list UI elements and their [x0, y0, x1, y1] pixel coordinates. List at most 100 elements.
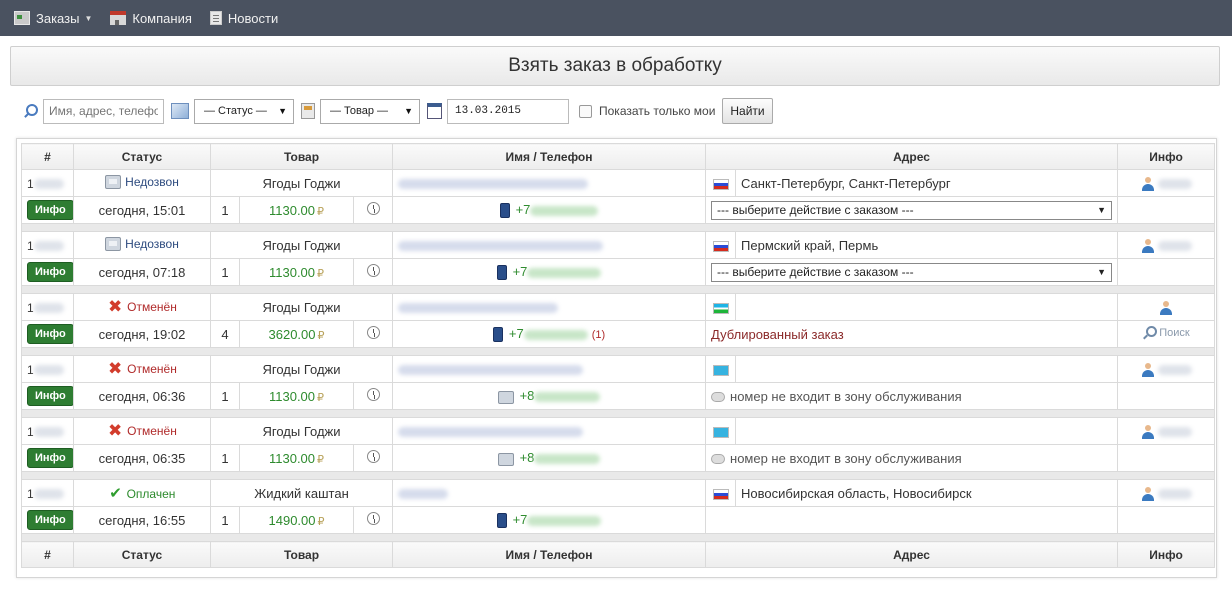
order-customer-name[interactable]: [392, 355, 707, 383]
order-search[interactable]: Поиск: [1117, 320, 1216, 348]
info-button[interactable]: Инфо: [27, 386, 73, 406]
table-row: Инфо сегодня, 06:36 1 1130.00 ₽ +8 номер не вх…: [21, 382, 1216, 410]
order-phone[interactable]: +7: [392, 506, 707, 534]
date-input[interactable]: 13.03.2015: [447, 98, 569, 124]
order-operator[interactable]: [1117, 417, 1216, 445]
find-button[interactable]: Найти: [722, 98, 773, 124]
ruble-icon: ₽: [317, 391, 325, 404]
status-select[interactable]: — Статус — ▼: [194, 98, 294, 124]
order-customer-name[interactable]: [392, 169, 707, 197]
order-history[interactable]: [352, 506, 394, 534]
table-row: 1 Недозвон Ягоды Годжи Пермский край, Пермь: [21, 231, 1216, 259]
table-spacer: [20, 223, 1216, 232]
header-address[interactable]: Адрес: [705, 143, 1119, 170]
order-time: сегодня, 19:02: [73, 320, 211, 348]
header-number[interactable]: #: [21, 143, 74, 170]
order-customer-name[interactable]: [392, 293, 707, 321]
order-price-value: 3620.00: [268, 326, 316, 342]
only-mine-checkbox[interactable]: [579, 104, 592, 118]
mobile-phone-icon: [496, 265, 507, 281]
order-operator[interactable]: [1117, 169, 1216, 197]
search-icon: [22, 103, 38, 119]
phone-icon: [105, 236, 122, 251]
order-extra: [1117, 196, 1216, 224]
flag-icon: [712, 302, 729, 314]
header-status[interactable]: Статус: [73, 143, 211, 170]
order-id[interactable]: 1: [21, 417, 74, 445]
table-header: # Статус Товар Имя / Телефон Адрес Инфо: [21, 143, 1216, 170]
order-history[interactable]: [352, 444, 394, 472]
order-id-prefix: 1: [27, 424, 34, 439]
info-button[interactable]: Инфо: [27, 448, 73, 468]
info-button[interactable]: Инфо: [27, 510, 73, 530]
order-time: сегодня, 16:55: [73, 506, 211, 534]
order-id[interactable]: 1: [21, 355, 74, 383]
order-history[interactable]: [352, 320, 394, 348]
header-product[interactable]: Товар: [209, 143, 394, 170]
order-flag: [705, 417, 737, 445]
nav-company[interactable]: Компания: [110, 11, 192, 26]
orders-panel: # Статус Товар Имя / Телефон Адрес Инфо …: [16, 138, 1217, 578]
user-icon: [1141, 238, 1155, 253]
calendar-icon[interactable]: [427, 103, 442, 119]
order-id[interactable]: 1: [21, 231, 74, 259]
order-action: --- выберите действие с заказом --- ▼: [705, 196, 1119, 224]
nav-company-label: Компания: [132, 10, 192, 26]
phone-number-hidden: [534, 454, 601, 465]
order-product: Ягоды Годжи: [209, 231, 394, 259]
news-icon: [209, 11, 222, 25]
order-note: номер не входит в зону обслуживания: [705, 444, 1119, 472]
order-phone[interactable]: +7: [392, 196, 707, 224]
table-row: 1 ✖ Отменён Ягоды Годжи: [21, 417, 1216, 445]
info-button[interactable]: Инфо: [27, 262, 73, 282]
duplicate-count: (1): [591, 328, 606, 341]
info-button[interactable]: Инфо: [27, 324, 73, 344]
order-operator[interactable]: [1117, 479, 1216, 507]
table-spacer: [20, 285, 1216, 294]
order-operator[interactable]: [1117, 231, 1216, 259]
header-info[interactable]: Инфо: [1117, 143, 1216, 170]
nav-news[interactable]: Новости: [209, 11, 278, 26]
order-history[interactable]: [352, 258, 394, 286]
order-address: [735, 355, 1119, 383]
order-id-hidden: [33, 365, 64, 376]
orders-table: # Статус Товар Имя / Телефон Адрес Инфо …: [20, 143, 1216, 568]
search-input[interactable]: [43, 98, 164, 124]
nav-orders[interactable]: Заказы ▼: [14, 11, 92, 26]
order-id[interactable]: 1: [21, 479, 74, 507]
clock-icon: [366, 264, 380, 277]
footer-info: Инфо: [1117, 541, 1216, 568]
order-history[interactable]: [352, 382, 394, 410]
order-time: сегодня, 07:18: [73, 258, 211, 286]
clock-icon: [366, 450, 380, 463]
order-phone[interactable]: +7 (1): [392, 320, 707, 348]
order-id-hidden: [33, 303, 64, 314]
order-customer-name[interactable]: [392, 231, 707, 259]
order-id[interactable]: 1: [21, 293, 74, 321]
order-operator[interactable]: [1117, 355, 1216, 383]
order-info: Инфо: [21, 258, 74, 286]
phone-number-hidden: [523, 329, 588, 340]
order-id[interactable]: 1: [21, 169, 74, 197]
order-phone[interactable]: +7: [392, 258, 707, 286]
order-history[interactable]: [352, 196, 394, 224]
info-button[interactable]: Инфо: [27, 200, 73, 220]
customer-name-hidden: [398, 179, 589, 190]
header-name-phone[interactable]: Имя / Телефон: [392, 143, 707, 170]
order-operator[interactable]: [1117, 293, 1216, 321]
clock-icon: [366, 512, 380, 525]
order-customer-name[interactable]: [392, 417, 707, 445]
phone-prefix: +7: [515, 201, 531, 217]
flag-icon: [712, 364, 729, 376]
order-phone[interactable]: +8: [392, 444, 707, 472]
product-select[interactable]: — Товар — ▼: [320, 98, 420, 124]
footer-name-phone: Имя / Телефон: [392, 541, 707, 568]
order-action-select[interactable]: --- выберите действие с заказом --- ▼: [711, 262, 1113, 282]
order-customer-name[interactable]: [392, 479, 707, 507]
footer-product: Товар: [209, 541, 394, 568]
page-title[interactable]: Взять заказ в обработку: [10, 46, 1220, 86]
order-status-label: Недозвон: [125, 236, 179, 251]
order-phone[interactable]: +8: [392, 382, 707, 410]
phone-number-hidden: [530, 205, 599, 216]
order-action-select[interactable]: --- выберите действие с заказом --- ▼: [711, 200, 1113, 220]
